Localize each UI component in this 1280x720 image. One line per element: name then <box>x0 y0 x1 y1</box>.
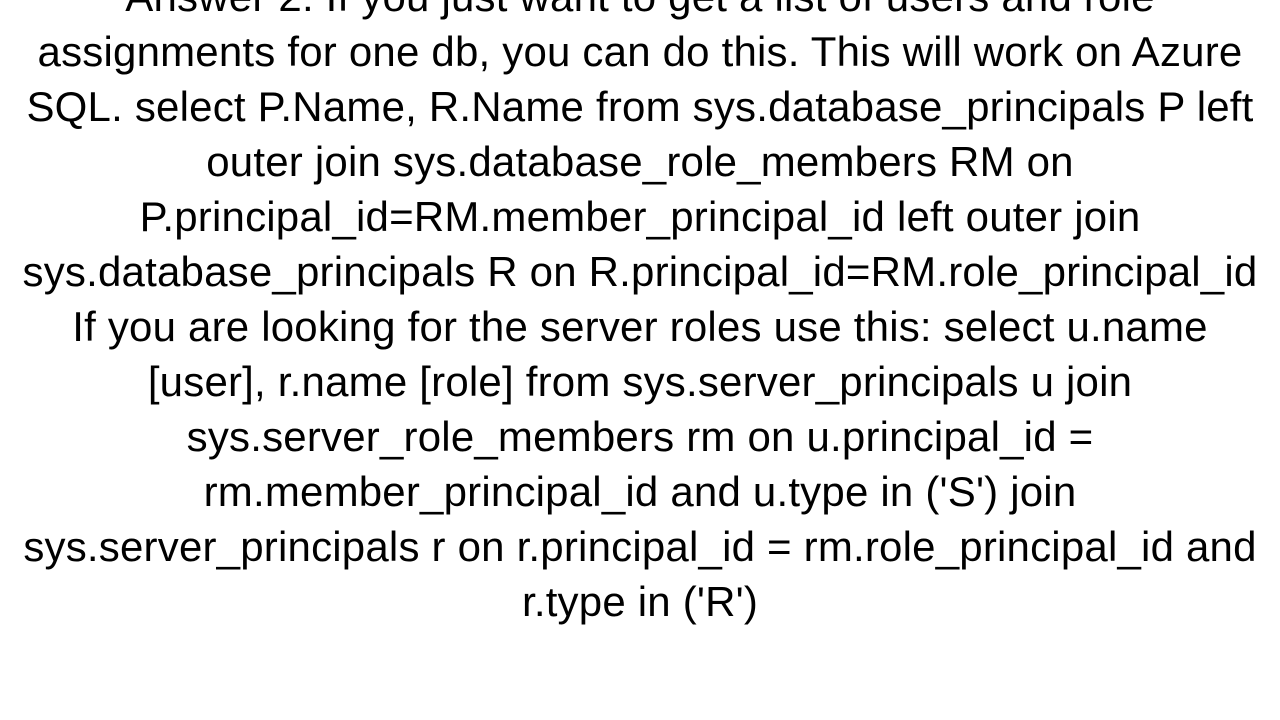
answer-body: Answer 2: If you just want to get a list… <box>0 0 1280 689</box>
